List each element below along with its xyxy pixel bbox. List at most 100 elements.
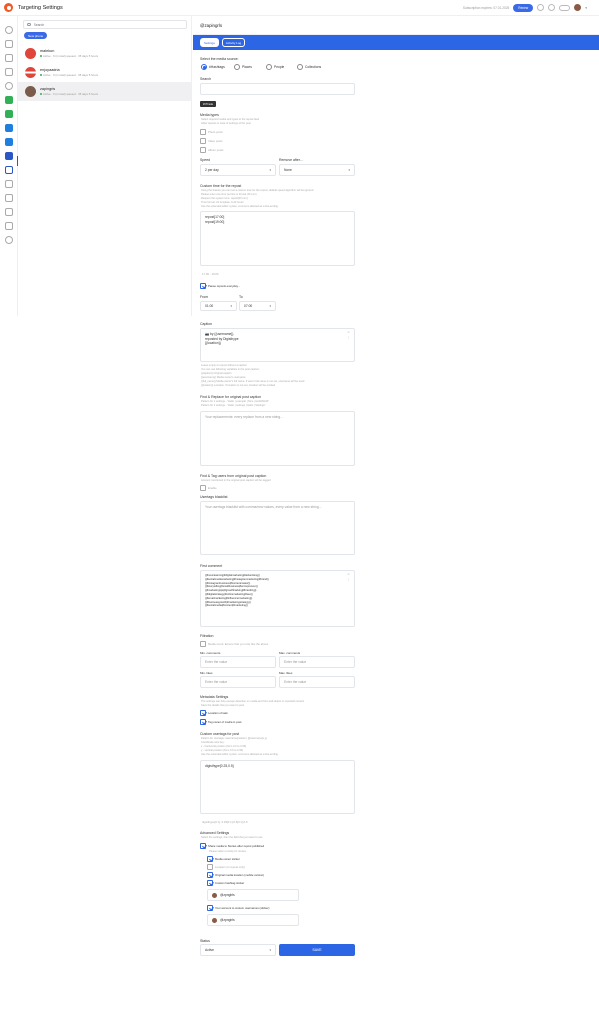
original-location-checkbox[interactable] <box>207 872 213 878</box>
hashtag-sticker-checkbox[interactable] <box>207 880 213 886</box>
location-checkbox[interactable] <box>200 710 206 716</box>
layout-icon[interactable] <box>5 54 13 62</box>
chevron-down-icon: ▾ <box>348 168 350 172</box>
tag-owner-checkbox[interactable] <box>200 719 206 725</box>
hint-text: Allow reposts in case of settings of the… <box>201 122 251 125</box>
first-comment-textarea[interactable]: {{#nounlearning|#digitalmarketing|#adver… <box>200 570 355 627</box>
search-box[interactable] <box>23 20 187 29</box>
min-likes-input[interactable]: Enter the value <box>200 676 276 688</box>
pause-reposts-checkbox[interactable] <box>200 283 206 289</box>
target-icon[interactable] <box>5 180 13 188</box>
tab-settings[interactable]: Settings <box>200 38 219 47</box>
subscription-text: Subscription expires: 07.01.2025 <box>462 5 510 10</box>
usertags-blacklist-textarea[interactable]: Your usertags blacklist with comma/new v… <box>200 501 355 555</box>
max-comments-input[interactable]: Enter the value <box>279 656 355 668</box>
select-value: 01:00 <box>205 304 214 308</box>
renew-button[interactable]: Renew <box>513 3 534 12</box>
video-posts-checkbox[interactable] <box>200 138 206 144</box>
account-meta: Active · 6 (in total) queued · 35 days 5… <box>43 73 99 77</box>
speed-select[interactable]: 2 per day ▾ <box>200 164 276 176</box>
instagram-icon[interactable] <box>5 68 13 76</box>
add-account-button[interactable]: New phone <box>24 32 48 39</box>
hint-text: Use the extended editor syntax, comma is… <box>201 753 278 756</box>
reels-icon[interactable] <box>5 222 13 230</box>
location-sticker-checkbox[interactable] <box>207 864 213 870</box>
remove-after-select[interactable]: None ▾ <box>279 164 355 176</box>
checkbox-label: Custom hashtag sticker <box>215 881 245 885</box>
emoji-icon[interactable]: ☺ ⋮ <box>347 330 350 340</box>
share-stories-checkbox[interactable] <box>200 843 206 849</box>
phone-icon[interactable] <box>5 96 13 104</box>
avatar <box>212 892 217 898</box>
heart-icon[interactable] <box>5 194 13 202</box>
plus-icon[interactable] <box>5 26 13 34</box>
hashtag-chip[interactable]: #zTrade <box>200 101 217 107</box>
theme-toggle[interactable] <box>559 4 571 11</box>
find-replace-label: Find & Replace for original post caption <box>200 395 262 399</box>
account-item[interactable]: enjoyaadria Active · 6 (in total) queued… <box>18 63 191 82</box>
max-likes-label: Max. likes <box>279 671 293 675</box>
whatsapp-icon[interactable] <box>5 110 13 118</box>
facebook-icon[interactable] <box>5 138 13 146</box>
telegram-icon[interactable] <box>5 124 13 132</box>
twitter-icon[interactable] <box>5 166 13 174</box>
hint-text: Save the details that you want to post <box>201 704 245 707</box>
avatar <box>25 86 36 97</box>
radio-places[interactable] <box>234 64 240 70</box>
sticker-input[interactable]: @zpngirls <box>207 889 299 901</box>
users-icon[interactable] <box>5 82 13 90</box>
max-likes-input[interactable]: Enter the value <box>279 676 355 688</box>
app-logo-icon[interactable] <box>4 3 13 12</box>
grid-icon[interactable] <box>5 40 13 48</box>
status-label: Status <box>200 939 210 943</box>
to-select[interactable]: 07:00 ▾ <box>239 301 276 311</box>
from-select[interactable]: 01:00 ▾ <box>200 301 237 311</box>
emoji-icon[interactable]: ☺ ⋮ <box>347 572 350 582</box>
custom-time-textarea[interactable]: repost[17:00] repost[19:00] <box>200 211 355 266</box>
messenger-icon[interactable] <box>5 152 13 160</box>
notifications-icon[interactable] <box>537 4 545 11</box>
account-sticker-input[interactable]: @zpngirls <box>207 914 299 926</box>
radio-collections[interactable] <box>297 64 303 70</box>
search-field[interactable] <box>200 83 355 95</box>
avatar <box>25 48 36 59</box>
chevron-down-icon[interactable]: ▾ <box>585 6 587 10</box>
filtration-label: Filtration <box>200 634 214 638</box>
select-value: 2 per day <box>205 168 219 172</box>
photo-posts-checkbox[interactable] <box>200 129 206 135</box>
checkbox-label: Tag owner of media in post <box>208 720 242 724</box>
radio-hashtags[interactable] <box>201 64 207 70</box>
search-input[interactable] <box>33 22 174 27</box>
custom-time-note: 17:00 - 19:00 <box>202 272 219 276</box>
caption-textarea[interactable]: 📷 by {{username}} reposted by Digisthype… <box>200 328 355 362</box>
top-bar: Targeting Settings Subscription expires:… <box>0 0 599 16</box>
to-label: To <box>239 295 243 299</box>
find-replace-textarea[interactable]: Your replacements: every replace from a … <box>200 411 355 466</box>
tab-bar: Settings Activity Log <box>193 35 599 50</box>
account-item[interactable]: zapingrls Active · 6 (in total) queued ·… <box>18 82 191 101</box>
tab-activity-log[interactable]: Activity Log <box>221 38 246 47</box>
filtration-checkbox[interactable] <box>200 641 206 647</box>
select-value: Active <box>205 948 214 952</box>
radio-people[interactable] <box>266 64 272 70</box>
status-dot-icon <box>40 55 42 57</box>
min-comments-input[interactable]: Enter the value <box>200 656 276 668</box>
gift-icon[interactable] <box>5 208 13 216</box>
media-owner-sticker-checkbox[interactable] <box>207 856 213 862</box>
status-select[interactable]: Active ▾ <box>200 944 276 956</box>
avatar[interactable] <box>574 4 582 11</box>
find-tag-checkbox[interactable] <box>200 485 206 491</box>
radio-label: #Hashtags <box>209 65 225 69</box>
custom-usertags-textarea[interactable]: digisthype[0.25,0.5] <box>200 760 355 814</box>
search-icon <box>27 22 31 27</box>
account-item[interactable]: malekun Active · 6 (in total) queued · 3… <box>18 44 191 63</box>
custom-usertags-label: Custom usertags for post <box>200 732 240 736</box>
avatar <box>25 67 36 78</box>
save-button[interactable]: SAVE <box>279 944 355 956</box>
settings-icon[interactable] <box>5 236 13 244</box>
metadata-label: Metadata Settings <box>200 695 229 699</box>
account-sticker-checkbox[interactable] <box>207 905 213 911</box>
help-icon[interactable] <box>548 4 556 11</box>
checkbox-label: Your account to custom usernames (sticke… <box>215 906 270 910</box>
album-posts-checkbox[interactable] <box>200 147 206 153</box>
